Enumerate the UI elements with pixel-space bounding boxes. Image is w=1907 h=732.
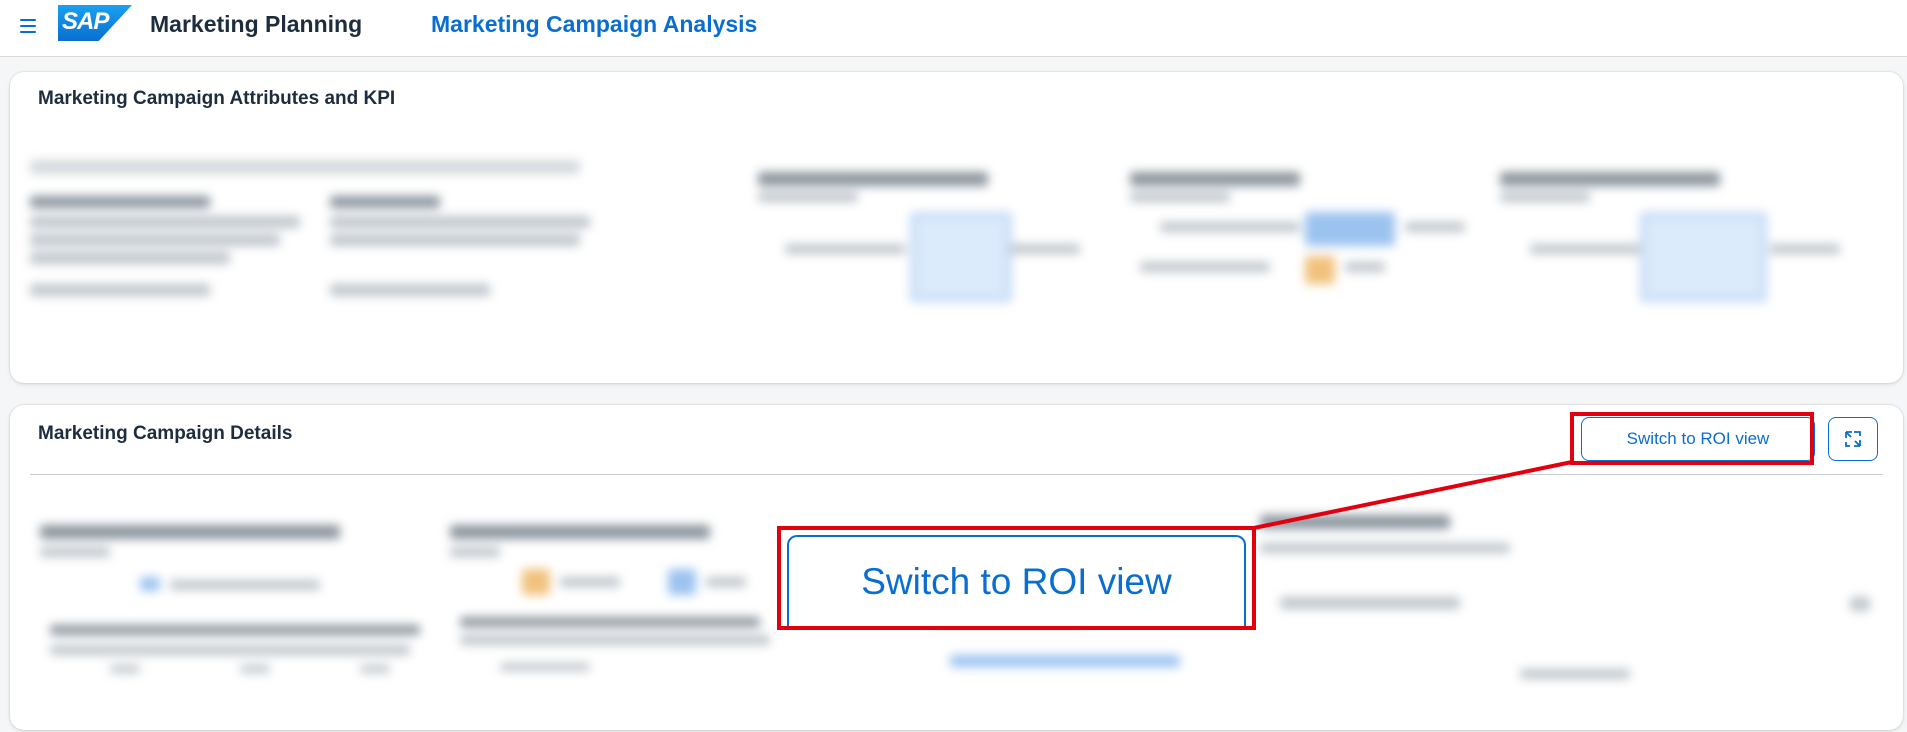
zoom-callout: Switch to ROI view	[777, 526, 1256, 630]
zoomed-roi-button: Switch to ROI view	[787, 535, 1246, 626]
highlight-frame	[1570, 412, 1814, 465]
